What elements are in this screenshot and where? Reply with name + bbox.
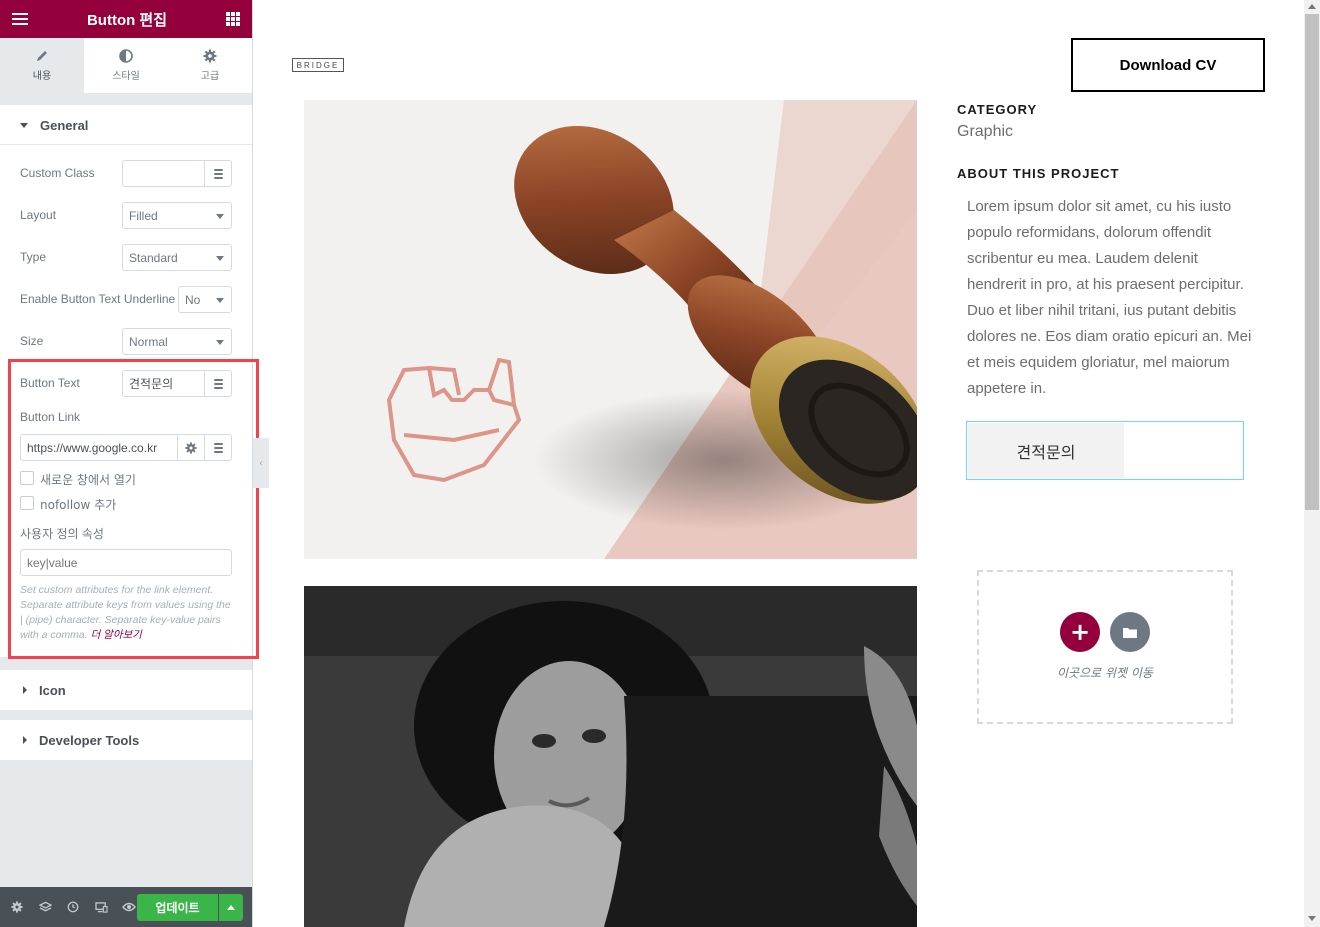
widgets-grid-icon[interactable] xyxy=(226,12,240,26)
gear-icon xyxy=(203,49,217,63)
update-options-button[interactable] xyxy=(219,894,243,921)
section-general-label: General xyxy=(40,117,89,133)
tab-advanced[interactable]: 고급 xyxy=(168,38,252,93)
eye-icon[interactable] xyxy=(120,898,138,916)
chevron-down-icon xyxy=(216,340,224,345)
panel-tabs: 내용 스타일 고급 xyxy=(0,38,252,94)
dynamic-tags-button[interactable] xyxy=(204,160,232,187)
add-section-button[interactable]: + xyxy=(1060,612,1100,652)
tab-content[interactable]: 내용 xyxy=(0,38,84,93)
chevron-left-icon: ‹ xyxy=(259,457,263,469)
pencil-icon xyxy=(35,49,49,63)
drop-zone-text: 이곳으로 위젯 이동 xyxy=(1057,666,1153,680)
tab-content-label: 내용 xyxy=(32,71,52,82)
responsive-icon[interactable] xyxy=(92,898,110,916)
type-label: Type xyxy=(20,250,47,264)
quote-button[interactable]: 견적문의 xyxy=(968,423,1124,479)
size-select[interactable]: Normal xyxy=(122,328,232,355)
layout-value: Filled xyxy=(129,208,158,223)
scroll-down-icon[interactable] xyxy=(1308,916,1316,921)
add-template-button[interactable] xyxy=(1110,612,1150,652)
size-value: Normal xyxy=(129,334,168,349)
scrollbar-thumb[interactable] xyxy=(1305,14,1319,510)
plus-icon: + xyxy=(1069,618,1091,646)
about-title: ABOUT THIS PROJECT xyxy=(957,166,1120,181)
chevron-up-icon xyxy=(227,905,235,910)
menu-icon[interactable] xyxy=(12,13,28,25)
caret-right-icon xyxy=(23,686,27,694)
project-image-stamp xyxy=(304,100,917,559)
tab-style[interactable]: 스타일 xyxy=(84,38,168,93)
layers-icon[interactable] xyxy=(36,898,54,916)
custom-class-input[interactable] xyxy=(122,160,205,187)
tab-style-label: 스타일 xyxy=(112,71,140,82)
highlight-box xyxy=(8,359,259,659)
type-select[interactable]: Standard xyxy=(122,244,232,271)
download-cv-button[interactable]: Download CV xyxy=(1071,38,1265,92)
panel-footer: 업데이트 xyxy=(0,887,252,927)
project-image-portrait xyxy=(304,586,917,927)
layout-label: Layout xyxy=(20,208,57,222)
section-icon[interactable]: Icon xyxy=(0,670,252,710)
layout-select[interactable]: Filled xyxy=(122,202,232,229)
editor-panel: Button 편집 내용 스타일 고급 General Custom Class… xyxy=(0,0,259,927)
folder-icon xyxy=(1123,627,1137,638)
stamp-illustration xyxy=(304,100,917,559)
section-icon-label: Icon xyxy=(39,682,66,698)
underline-value: No xyxy=(185,292,201,307)
tab-advanced-label: 고급 xyxy=(200,71,220,82)
settings-icon[interactable] xyxy=(8,898,26,916)
selected-widget-outline[interactable]: 견적문의 xyxy=(966,421,1244,480)
custom-class-label: Custom Class xyxy=(20,166,95,180)
widget-drop-zone[interactable] xyxy=(977,570,1233,724)
category-value: Graphic xyxy=(957,123,1014,140)
about-text: Lorem ipsum dolor sit amet, cu his iusto… xyxy=(967,198,1252,397)
section-general[interactable]: General xyxy=(0,105,252,145)
panel-title: Button 편집 xyxy=(86,11,168,29)
chevron-down-icon xyxy=(216,214,224,219)
scroll-up-icon[interactable] xyxy=(1308,4,1316,9)
size-label: Size xyxy=(20,334,44,348)
chevron-down-icon xyxy=(216,256,224,261)
section-developer-tools[interactable]: Developer Tools xyxy=(0,720,252,760)
chevron-down-icon xyxy=(216,298,224,303)
underline-select[interactable]: No xyxy=(178,286,232,313)
panel-header: Button 편집 xyxy=(0,0,252,38)
section-developer-tools-label: Developer Tools xyxy=(39,732,140,748)
underline-label: Enable Button Text Underline xyxy=(20,292,176,306)
site-logo[interactable]: BRIDGE xyxy=(292,58,344,72)
category-title: CATEGORY xyxy=(957,102,1038,117)
caret-right-icon xyxy=(23,736,27,744)
type-value: Standard xyxy=(129,250,178,265)
portrait-photo xyxy=(304,586,917,927)
contrast-icon xyxy=(119,49,133,63)
panel-collapse-handle[interactable]: ‹ xyxy=(253,438,269,488)
update-button[interactable]: 업데이트 xyxy=(137,894,218,921)
database-icon xyxy=(213,168,223,179)
history-icon[interactable] xyxy=(64,898,82,916)
caret-down-icon xyxy=(20,122,28,128)
